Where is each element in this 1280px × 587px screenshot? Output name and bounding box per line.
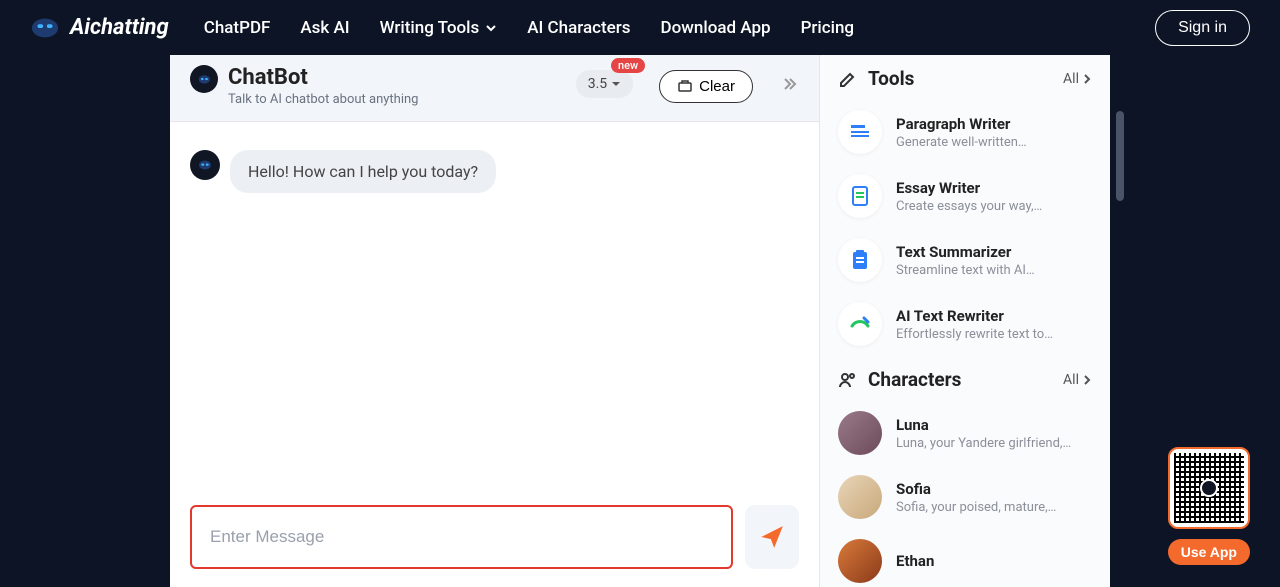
chevron-right-icon [1082, 375, 1092, 385]
broom-icon [677, 79, 693, 95]
qr-code[interactable] [1168, 447, 1250, 529]
signin-button[interactable]: Sign in [1155, 10, 1250, 46]
characters-section-header: Characters All [820, 356, 1110, 401]
message-row: Hello! How can I help you today? [190, 150, 799, 193]
characters-all-link[interactable]: All [1063, 372, 1092, 388]
tool-title: AI Text Rewriter [896, 307, 1092, 325]
model-label: 3.5 [588, 76, 607, 92]
clear-button[interactable]: Clear [659, 70, 753, 103]
avatar [838, 475, 882, 519]
tool-essay-writer[interactable]: Essay Writer Create essays your way,… [820, 164, 1110, 228]
nav-download-app[interactable]: Download App [661, 18, 771, 38]
bot-avatar-icon [190, 65, 218, 93]
chat-input-row [170, 505, 819, 587]
clear-label: Clear [699, 78, 735, 95]
character-title: Sofia [896, 480, 1092, 498]
scrollbar[interactable] [1116, 111, 1124, 201]
assistant-message: Hello! How can I help you today? [230, 150, 496, 193]
character-sofia[interactable]: Sofia Sofia, your poised, mature,… [820, 465, 1110, 529]
tool-desc: Streamline text with AI… [896, 263, 1092, 278]
send-button[interactable] [745, 505, 799, 569]
chat-header: ChatBot Talk to AI chatbot about anythin… [170, 55, 819, 122]
character-desc: Sofia, your poised, mature,… [896, 500, 1092, 515]
pencil-icon [838, 69, 858, 89]
avatar [838, 411, 882, 455]
paragraph-icon [838, 110, 882, 154]
tool-title: Essay Writer [896, 179, 1092, 197]
character-luna[interactable]: Luna Luna, your Yandere girlfriend,… [820, 401, 1110, 465]
brand-logo[interactable]: Aichatting [30, 15, 169, 40]
characters-heading: Characters [868, 368, 1053, 391]
tool-text-summarizer[interactable]: Text Summarizer Streamline text with AI… [820, 228, 1110, 292]
send-icon [759, 524, 785, 550]
rewrite-icon [838, 302, 882, 346]
chevron-down-icon [485, 22, 497, 34]
chat-messages: Hello! How can I help you today? [170, 122, 819, 505]
tool-title: Paragraph Writer [896, 115, 1092, 133]
tool-ai-text-rewriter[interactable]: AI Text Rewriter Effortlessly rewrite te… [820, 292, 1110, 356]
tools-heading: Tools [868, 67, 1053, 90]
side-panel: Tools All Paragraph Writer Generate well… [820, 55, 1110, 587]
new-badge: new [611, 58, 645, 73]
nav-writing-tools[interactable]: Writing Tools [380, 18, 498, 38]
tool-desc: Create essays your way,… [896, 199, 1092, 214]
document-icon [838, 174, 882, 218]
brand-name: Aichatting [70, 15, 169, 40]
character-desc: Luna, your Yandere girlfriend,… [896, 436, 1092, 451]
people-icon [838, 370, 858, 390]
collapse-sidebar-icon[interactable] [781, 75, 799, 97]
bot-avatar-icon [190, 150, 220, 180]
character-title: Ethan [896, 552, 1092, 570]
chat-subtitle: Talk to AI chatbot about anything [228, 92, 566, 107]
use-app-button[interactable]: Use App [1168, 539, 1250, 565]
character-title: Luna [896, 416, 1092, 434]
tool-title: Text Summarizer [896, 243, 1092, 261]
character-ethan[interactable]: Ethan [820, 529, 1110, 587]
tool-desc: Generate well-written… [896, 135, 1092, 150]
nav-ai-characters[interactable]: AI Characters [527, 18, 630, 38]
message-input[interactable] [190, 505, 733, 569]
avatar [838, 539, 882, 583]
caret-down-icon [611, 79, 621, 89]
model-selector[interactable]: 3.5 new [576, 70, 633, 98]
robot-icon [30, 16, 60, 40]
tool-paragraph-writer[interactable]: Paragraph Writer Generate well-written… [820, 100, 1110, 164]
nav-pricing[interactable]: Pricing [801, 18, 855, 38]
top-nav: Aichatting ChatPDF Ask AI Writing Tools … [0, 0, 1280, 55]
qr-promo: Use App [1168, 447, 1250, 565]
tools-all-link[interactable]: All [1063, 71, 1092, 87]
nav-ask-ai[interactable]: Ask AI [300, 18, 349, 38]
nav-chatpdf[interactable]: ChatPDF [204, 18, 271, 38]
chat-title: ChatBot [228, 65, 566, 90]
main-container: ChatBot Talk to AI chatbot about anythin… [170, 55, 1110, 587]
chat-panel: ChatBot Talk to AI chatbot about anythin… [170, 55, 820, 587]
main-nav: ChatPDF Ask AI Writing Tools AI Characte… [204, 18, 854, 38]
robot-icon [1200, 479, 1218, 497]
clipboard-icon [838, 238, 882, 282]
tools-section-header: Tools All [820, 55, 1110, 100]
tool-desc: Effortlessly rewrite text to… [896, 327, 1092, 342]
chevron-right-icon [1082, 74, 1092, 84]
